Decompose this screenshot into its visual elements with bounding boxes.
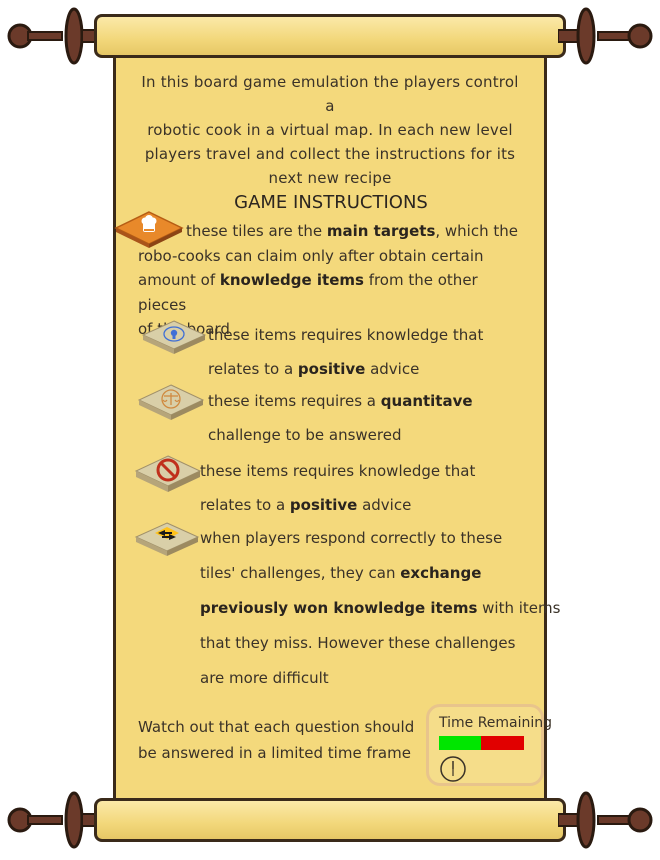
previously-won-emphasis: previously won knowledge items (200, 599, 478, 617)
top-roll-bar (94, 14, 566, 58)
time-remaining-label: Time Remaining (439, 715, 553, 731)
exchange-tile-icon (134, 522, 200, 556)
lightbulb-tile-icon (141, 320, 207, 354)
text: relates to a (208, 360, 298, 378)
right-handle-icon (558, 791, 653, 849)
left-handle-icon (7, 7, 102, 65)
main-targets-emphasis: main targets (326, 222, 436, 240)
text: these tiles are the (186, 222, 327, 240)
bottom-roll-bar (94, 798, 566, 842)
text: be answered in a limited time frame (138, 744, 411, 762)
text: Watch out that each question should (138, 718, 415, 736)
intro-text: In this board game emulation the players… (138, 70, 522, 190)
text: relates to a (200, 496, 290, 514)
top-roller (0, 6, 660, 66)
time-limit-note: Watch out that each question should be a… (138, 714, 428, 766)
intro-line: next new recipe (268, 169, 392, 187)
text: advice (357, 496, 412, 514)
positive-emphasis: positive (297, 360, 366, 378)
bottom-roller (0, 790, 660, 850)
text: are more difficult (200, 669, 329, 687)
text: these items requires knowledge that (200, 462, 476, 480)
text: , which the (435, 222, 518, 240)
text: robo-cooks can claim only after obtain c… (138, 246, 484, 265)
item-exchange: when players respond correctly to these … (200, 521, 560, 696)
text: with items (477, 599, 561, 617)
left-handle-icon (7, 791, 102, 849)
text: these items requires a (208, 392, 381, 410)
text: that they miss. However these challenges (200, 634, 516, 652)
item-prohibited: these items requires knowledge that rela… (200, 454, 475, 522)
item-scales: these items requires a quantitave challe… (208, 384, 473, 452)
text-line: these items requires a quantitave (208, 384, 473, 418)
time-remaining-panel: Time Remaining (426, 704, 552, 786)
text-line: relates to a positive advice (200, 488, 475, 522)
text: amount of (138, 271, 220, 289)
text: these items requires knowledge that (208, 326, 484, 344)
item-lightbulb: these items requires knowledge that rela… (208, 318, 483, 386)
intro-line: players travel and collect the instructi… (144, 145, 516, 163)
text: advice (365, 360, 420, 378)
scales-tile-icon (137, 384, 205, 420)
intro-line: In this board game emulation the players… (141, 73, 519, 115)
text-line: tiles' challenges, they can exchange (200, 556, 560, 591)
right-handle-icon (558, 7, 653, 65)
exchange-emphasis: exchange (400, 564, 482, 582)
time-remaining-bar (439, 736, 524, 750)
text-line: relates to a positive advice (208, 352, 483, 386)
quantitave-emphasis: quantitave (380, 392, 473, 410)
prohibited-tile-icon (134, 455, 202, 492)
positive-emphasis: positive (289, 496, 358, 514)
intro-line: robotic cook in a virtual map. In each n… (147, 121, 513, 139)
knowledge-items-emphasis: knowledge items (219, 271, 364, 289)
clock-icon (440, 756, 466, 782)
text: when players respond correctly to these (200, 529, 503, 547)
time-remaining-fill (439, 736, 481, 750)
text: challenge to be answered (208, 426, 402, 444)
text: tiles' challenges, they can (200, 564, 401, 582)
text-line: previously won knowledge items with item… (200, 591, 560, 626)
